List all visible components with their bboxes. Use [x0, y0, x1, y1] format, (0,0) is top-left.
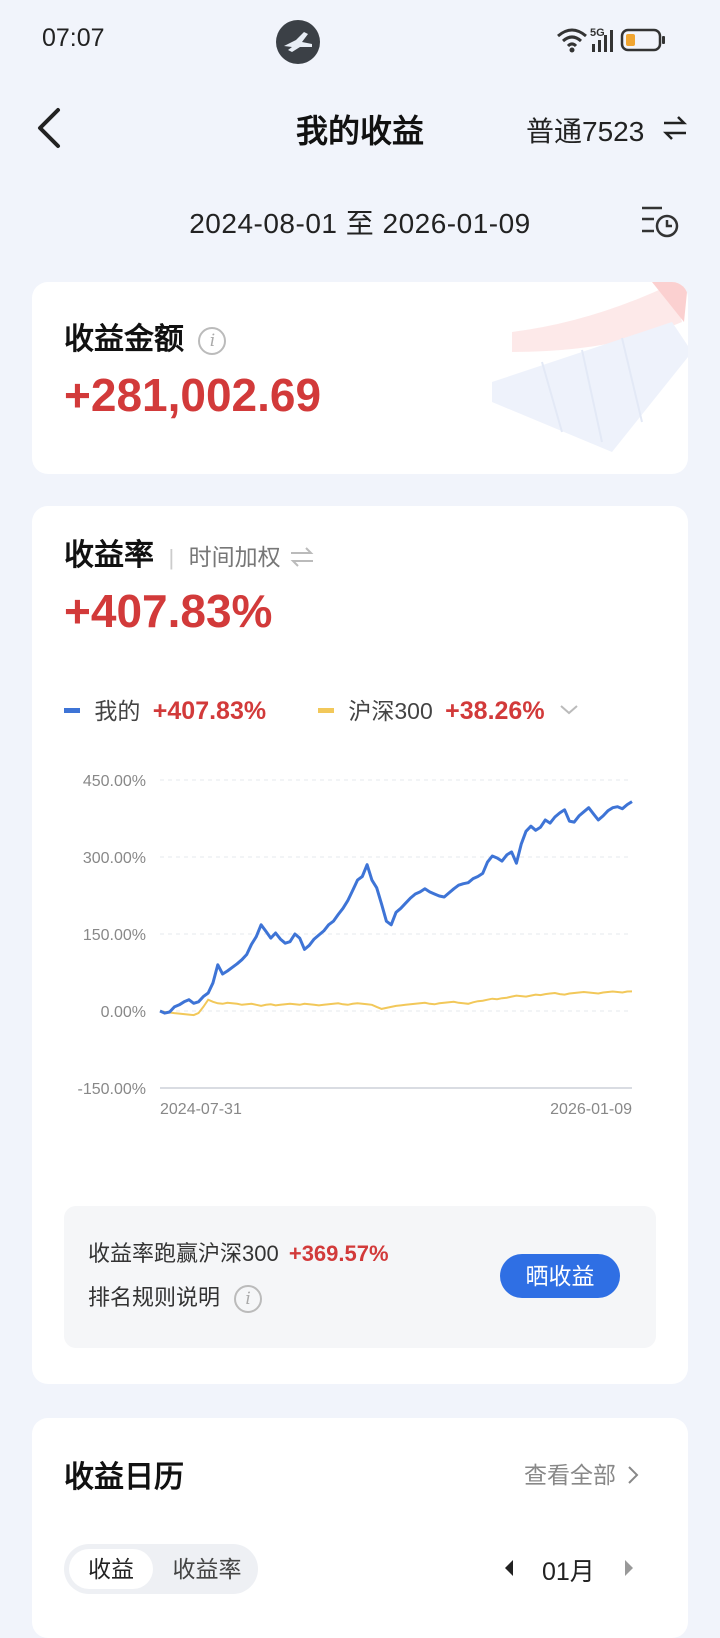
legend-index-value: +38.26% — [445, 697, 545, 725]
notification-avatar-icon — [276, 20, 320, 64]
y-tick-label: -150.00% — [78, 1081, 147, 1098]
network-type: 5G — [590, 27, 605, 39]
swap-icon[interactable] — [289, 547, 315, 567]
growth-illustration-icon — [492, 282, 688, 452]
profit-label-row: 收益金额 i — [64, 314, 227, 358]
view-all-link[interactable]: 查看全部 — [524, 1456, 640, 1490]
date-history-icon[interactable] — [640, 204, 680, 245]
x-tick-label: 2024-07-31 — [160, 1101, 242, 1118]
compare-row: 收益率跑赢沪深300 +369.57% — [88, 1236, 389, 1268]
series-line-index — [159, 990, 633, 1017]
legend-mine-value: +407.83% — [152, 697, 267, 725]
return-chart[interactable]: 450.00% 300.00% 150.00% 0.00% -150.00% 2024-… — [32, 756, 688, 1136]
date-range[interactable]: 2024-08-01 至 2026-01-09 — [0, 202, 720, 242]
legend-mine-swatch — [64, 708, 80, 713]
divider: | — [168, 545, 175, 570]
series-line-mine — [159, 800, 633, 1015]
profit-label: 收益金额 — [64, 323, 184, 356]
compare-text: 收益率跑赢沪深300 — [88, 1241, 279, 1266]
y-tick-label: 0.00% — [101, 1004, 146, 1021]
view-all-label: 查看全部 — [524, 1462, 616, 1488]
return-label-row: 收益率 | 时间加权 — [64, 530, 315, 574]
profit-amount: +281,002.69 — [64, 369, 322, 421]
swap-icon[interactable] — [662, 114, 688, 147]
info-icon[interactable]: i — [234, 1285, 263, 1313]
legend-index-label: 沪深300 — [348, 698, 433, 724]
next-month-icon[interactable] — [622, 1558, 636, 1578]
rule-text[interactable]: 排名规则说明 — [88, 1285, 220, 1310]
chevron-right-icon — [628, 1466, 639, 1484]
y-tick-label: 450.00% — [83, 773, 146, 790]
return-rate: +407.83% — [64, 585, 273, 637]
calendar-tab-switch: 收益 收益率 — [64, 1544, 258, 1594]
tab-rate[interactable]: 收益率 — [162, 1549, 252, 1589]
return-label: 收益率 — [64, 539, 154, 572]
wifi-icon — [557, 28, 587, 53]
legend-index-swatch — [318, 708, 334, 713]
legend-mine: 我的 +407.83% — [64, 692, 266, 726]
status-time: 07:07 — [42, 24, 105, 52]
legend-index[interactable]: 沪深300 +38.26% — [318, 692, 579, 726]
battery-icon — [620, 28, 665, 52]
share-profit-button[interactable]: 晒收益 — [500, 1254, 620, 1298]
weight-option[interactable]: 时间加权 — [189, 544, 281, 570]
status-bar: 07:07 5G — [0, 0, 720, 84]
compare-panel: 收益率跑赢沪深300 +369.57% 排名规则说明 i 晒收益 — [64, 1206, 656, 1348]
y-tick-label: 300.00% — [83, 850, 146, 867]
account-selector[interactable]: 普通7523 — [526, 110, 644, 150]
prev-month-icon[interactable] — [502, 1558, 516, 1578]
tab-profit[interactable]: 收益 — [69, 1549, 153, 1589]
compare-value: +369.57% — [288, 1241, 389, 1266]
legend-mine-label: 我的 — [94, 698, 141, 724]
x-tick-label: 2026-01-09 — [550, 1101, 632, 1118]
info-icon[interactable]: i — [198, 327, 227, 355]
chevron-down-icon[interactable] — [559, 703, 579, 717]
y-tick-label: 150.00% — [83, 927, 146, 944]
calendar-title: 收益日历 — [64, 1461, 184, 1494]
month-label: 01月 — [542, 1558, 595, 1586]
rule-row[interactable]: 排名规则说明 i — [88, 1280, 263, 1313]
system-icons: 5G — [556, 24, 686, 56]
return-card: 收益率 | 时间加权 +407.83% 我的 +407.83% 沪深300 +3… — [32, 506, 688, 1384]
profit-card: 收益金额 i +281,002.69 — [32, 282, 688, 474]
calendar-card: 收益日历 查看全部 收益 收益率 01月 — [32, 1418, 688, 1638]
